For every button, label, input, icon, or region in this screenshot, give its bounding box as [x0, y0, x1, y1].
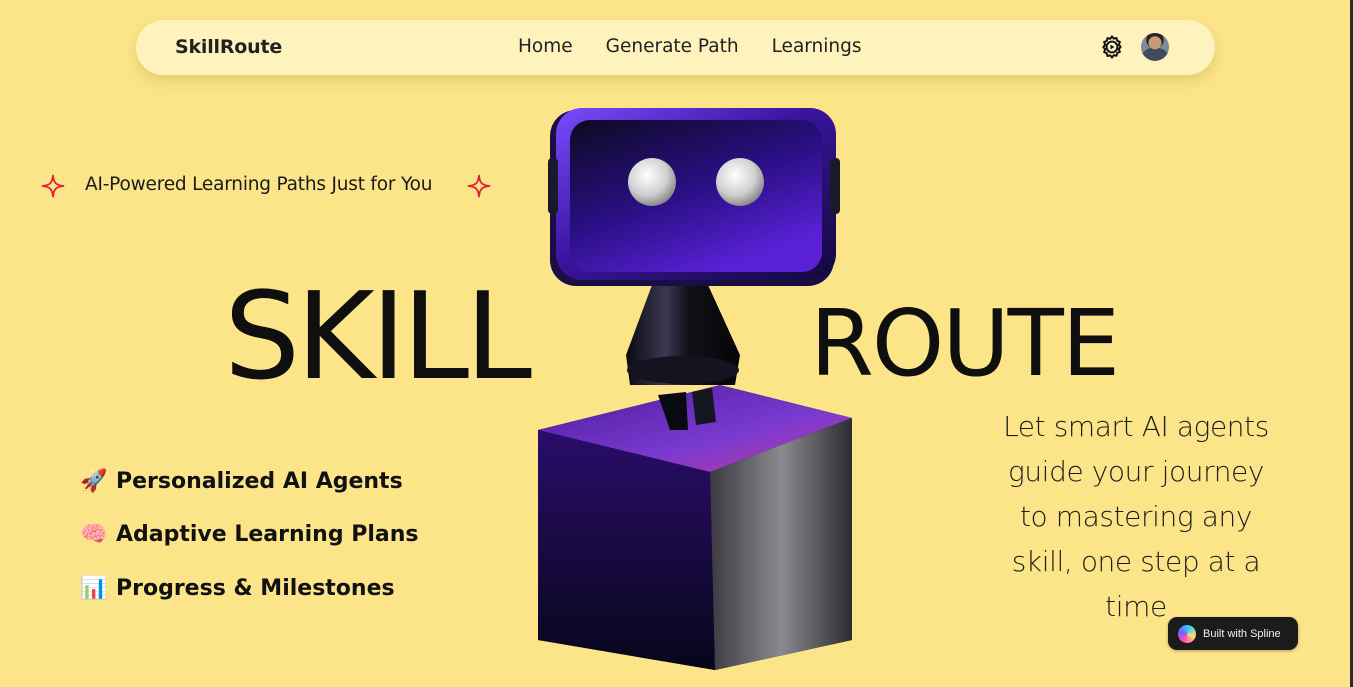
hero-tagline: AI-Powered Learning Paths Just for You [85, 174, 433, 195]
nav-link-generate-path[interactable]: Generate Path [606, 36, 739, 57]
robot-3d-model[interactable] [530, 100, 870, 670]
navbar: SkillRoute Home Generate Path Learnings [136, 20, 1215, 75]
gear-icon[interactable] [1099, 34, 1125, 60]
feature-label: Adaptive Learning Plans [116, 522, 419, 547]
bar-chart-icon: 📊 [80, 575, 108, 601]
feature-label: Personalized AI Agents [116, 468, 403, 494]
brain-icon: 🧠 [80, 522, 108, 547]
hero-title-skill: SKILL [224, 268, 532, 407]
built-with-spline-badge[interactable]: Built with Spline [1168, 617, 1298, 650]
user-avatar[interactable] [1141, 33, 1169, 61]
sparkle-icon [467, 174, 491, 198]
feature-label: Progress & Milestones [116, 575, 395, 601]
feature-list: 🚀 Personalized AI Agents 🧠 Adaptive Lear… [80, 466, 419, 627]
feature-item: 🚀 Personalized AI Agents [80, 466, 419, 496]
feature-item: 🧠 Adaptive Learning Plans [80, 520, 419, 550]
brand-logo[interactable]: SkillRoute [175, 36, 282, 58]
feature-item: 📊 Progress & Milestones [80, 573, 419, 603]
badge-label: Built with Spline [1203, 627, 1281, 640]
spline-logo-icon [1178, 624, 1196, 643]
rocket-icon: 🚀 [80, 468, 108, 494]
hero-description: Let smart AI agents guide your journey t… [1003, 410, 1269, 623]
sparkle-icon [41, 174, 65, 198]
nav-links: Home Generate Path Learnings [518, 36, 862, 57]
nav-link-home[interactable]: Home [518, 36, 573, 57]
nav-link-learnings[interactable]: Learnings [772, 36, 862, 57]
